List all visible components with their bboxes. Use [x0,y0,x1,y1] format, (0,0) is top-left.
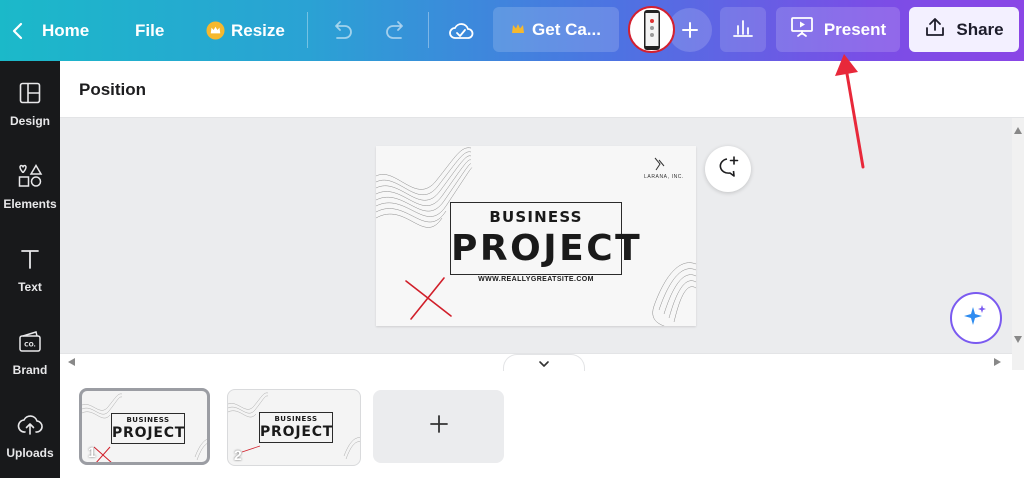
page-thumbnail-1[interactable]: BUSINESS PROJECT 1 [79,388,210,465]
scroll-left-arrow-icon[interactable] [68,358,75,366]
brand-kit-icon: CO. [17,330,43,359]
get-canva-label: Get Ca... [532,19,601,39]
scroll-up-arrow-icon[interactable] [1014,127,1022,134]
sidebar-item-label: Design [9,114,50,128]
red-cross-mark [405,277,452,320]
plus-icon [429,414,449,439]
slide-heading-large: PROJECT [451,228,643,269]
sidebar-item-text[interactable]: Text [0,247,60,294]
sidebar-item-label: Elements [3,197,57,211]
avatar[interactable] [628,6,675,53]
share-label: Share [956,19,1004,39]
chevron-down-icon [538,355,550,373]
home-label: Home [42,20,90,40]
slide-page[interactable]: BUSINESS PROJECT WWW.REALLYGREATSITE.COM… [376,146,696,326]
redo-button[interactable] [384,0,408,61]
slide-company-name: LARANA, INC. [644,174,684,180]
crown-icon [206,21,225,40]
slide-heading-small: BUSINESS [489,208,583,226]
presentation-screen-icon [790,16,814,43]
scroll-down-arrow-icon[interactable] [1014,336,1022,343]
thumbnail-title-frame: BUSINESS PROJECT [111,413,185,444]
resize-button[interactable]: Resize [206,0,285,61]
page-number: 1 [88,444,96,460]
file-label: File [135,20,165,40]
toolbar-divider [428,12,429,48]
sparkle-icon [963,303,989,334]
sidebar-item-elements[interactable]: Elements [0,164,60,211]
sidebar-item-label: Uploads [6,446,54,460]
title-frame[interactable]: BUSINESS PROJECT [450,202,643,275]
thumbnail-title-frame: BUSINESS PROJECT [259,412,333,443]
cloud-upload-icon [17,413,43,442]
svg-text:CO.: CO. [24,342,36,349]
thumbnail-heading-small: BUSINESS [126,416,170,424]
sidebar-item-label: Text [18,280,42,294]
phone-thumbnail-icon [643,9,660,50]
add-comment-button[interactable] [705,146,751,192]
chevron-left-icon [8,21,28,41]
sidebar-item-uploads[interactable]: Uploads [0,413,60,460]
plus-icon [681,15,699,46]
shapes-icon [17,164,43,193]
scroll-right-arrow-icon[interactable] [994,358,1001,366]
cloud-check-icon [448,20,474,42]
crown-icon [511,20,525,40]
undo-button[interactable] [330,0,354,61]
thumbnail-heading-small: BUSINESS [274,415,318,423]
sidebar-item-label: Brand [12,363,48,377]
bar-chart-icon [732,16,754,43]
thumbnail-heading-large: PROJECT [112,425,186,441]
present-label: Present [823,19,887,39]
sidebar-item-brand[interactable]: CO. Brand [0,330,60,377]
vertical-scrollbar[interactable] [1012,118,1024,370]
toolbar-divider [307,12,308,48]
add-page-button[interactable] [373,390,504,463]
undo-icon [330,20,354,42]
page-number: 2 [234,447,242,463]
resize-label: Resize [231,20,285,40]
toggle-pages-panel-button[interactable] [503,354,585,372]
text-icon [18,247,42,276]
get-canva-pro-button[interactable]: Get Ca... [493,7,619,52]
insights-button[interactable] [720,7,766,52]
present-button[interactable]: Present [776,7,900,52]
cloud-save-button[interactable] [448,0,474,61]
redo-icon [384,20,408,42]
thumbnail-heading-large: PROJECT [260,424,334,440]
panel-title: Position [79,80,147,99]
sidebar-item-design[interactable]: Design [0,81,60,128]
page-thumbnail-2[interactable]: BUSINESS PROJECT 2 [227,389,361,466]
slide-website: WWW.REALLYGREATSITE.COM [478,276,594,283]
position-panel-header: Position [60,61,1024,118]
share-upload-icon [924,16,946,43]
magic-assistant-button[interactable] [950,292,1002,344]
comment-plus-icon [715,155,741,184]
layout-icon [18,81,42,110]
share-button[interactable]: Share [909,7,1019,52]
back-home-button[interactable]: Home [8,0,89,61]
red-annotation-arrow-icon [835,54,865,169]
left-sidebar: Design Elements Text CO. Brand Uploads [0,61,60,478]
file-menu-button[interactable]: File [135,0,164,61]
